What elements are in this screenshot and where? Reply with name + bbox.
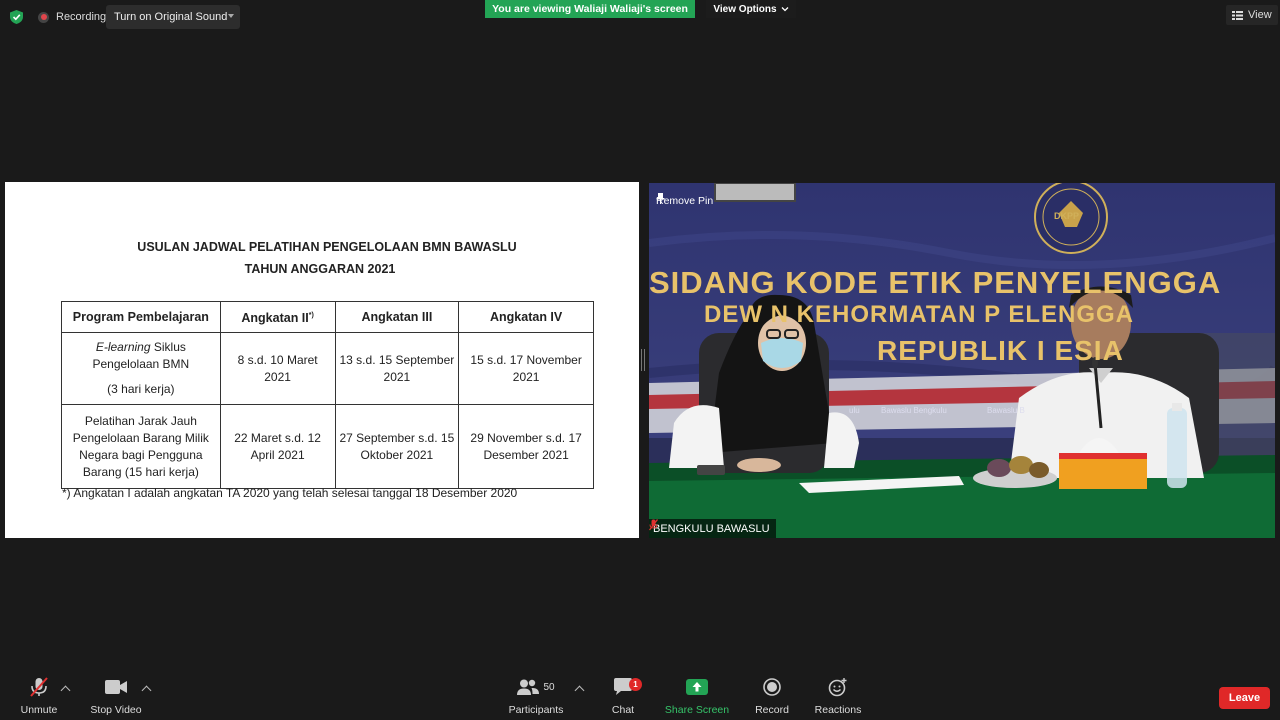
- share-screen-label: Share Screen: [664, 704, 730, 716]
- chat-button[interactable]: 1 Chat: [603, 672, 643, 720]
- participants-icon: [517, 679, 540, 695]
- leave-button[interactable]: Leave: [1219, 687, 1270, 709]
- muted-mic-icon: [649, 519, 658, 531]
- table-header-row: Program Pembelajaran Angkatan II*) Angka…: [61, 301, 594, 333]
- table-cell: 13 s.d. 15 September 2021: [334, 332, 460, 405]
- banner-text-line1: SIDANG KODE ETIK PENYELENGGA: [649, 265, 1222, 300]
- shared-screen: USULAN JADWAL PELATIHAN PENGELOLAAN BMN …: [5, 182, 639, 538]
- view-options-label: View Options: [713, 3, 777, 15]
- participants-options-caret-icon[interactable]: [574, 685, 585, 696]
- participant-name-label: BENGKULU BAWASLU: [649, 519, 776, 538]
- recording-indicator[interactable]: Recording: [38, 8, 106, 26]
- slide-title: USULAN JADWAL PELATIHAN PENGELOLAAN BMN …: [137, 240, 517, 254]
- table-header: Program Pembelajaran: [61, 301, 221, 333]
- table-header: Angkatan IV: [458, 301, 594, 333]
- participant-video-tile[interactable]: SIDANG KODE ETIK PENYELENGGA DEW N KEHOR…: [649, 183, 1275, 538]
- record-label: Record: [755, 704, 789, 716]
- logo-text: DKPP: [1054, 211, 1080, 221]
- record-icon: [763, 672, 781, 702]
- chat-unread-badge: 1: [629, 678, 642, 691]
- banner-small-text: Bawaslu B: [987, 406, 1025, 415]
- table-cell: 15 s.d. 17 November 2021: [458, 332, 594, 405]
- reactions-button[interactable]: Reactions: [814, 672, 862, 720]
- recording-icon: [38, 11, 49, 23]
- table-cell: 29 November s.d. 17 Desember 2021: [458, 404, 594, 489]
- participants-icon-group: 50: [517, 672, 555, 702]
- stop-video-button[interactable]: Stop Video: [88, 672, 144, 720]
- unmute-button[interactable]: Unmute: [18, 672, 60, 720]
- table-header: Angkatan II*): [219, 301, 336, 333]
- recording-label: Recording: [56, 11, 107, 23]
- table-header: Angkatan III: [334, 301, 460, 333]
- original-sound-label: Turn on Original Sound: [114, 11, 228, 23]
- view-label: View: [1248, 9, 1272, 21]
- share-screen-icon: [686, 672, 708, 702]
- table-cell: 8 s.d. 10 Maret 2021: [219, 332, 336, 405]
- share-screen-button[interactable]: Share Screen: [664, 672, 730, 720]
- table-cell-program: Pelatihan Jarak Jauh Pengelolaan Barang …: [61, 404, 221, 489]
- viewing-screen-banner: You are viewing Waliaji Waliaji's screen: [485, 0, 695, 18]
- table-cell: 22 Maret s.d. 12 April 2021: [219, 404, 336, 489]
- banner-text-line3: REPUBLIK I ESIA: [877, 335, 1124, 366]
- table-cell-program: E-learning Siklus Pengelolaan BMN (3 har…: [61, 332, 221, 405]
- record-button[interactable]: Record: [752, 672, 792, 720]
- chevron-down-icon: [228, 14, 234, 18]
- grid-view-icon: [1232, 10, 1243, 20]
- split-resize-handle[interactable]: [641, 349, 645, 371]
- schedule-table: Program Pembelajaran Angkatan II*) Angka…: [61, 301, 594, 489]
- chevron-down-icon: [781, 7, 789, 12]
- table-footnote: *) Angkatan I adalah angkatan TA 2020 ya…: [62, 486, 518, 500]
- participant-name: BENGKULU BAWASLU: [653, 522, 770, 535]
- table-cell: 27 September s.d. 15 Oktober 2021: [334, 404, 460, 489]
- pin-icon: [656, 193, 665, 204]
- security-shield-icon[interactable]: [10, 10, 23, 24]
- remove-pin-button[interactable]: Remove Pin: [656, 193, 713, 209]
- banner-text-line2: DEW N KEHORMATAN P ELENGGA: [704, 301, 1135, 328]
- meeting-toolbar: Unmute Stop Video 50 Participants 1 Chat…: [0, 672, 1280, 720]
- banner-small-text: ulu: [849, 406, 860, 415]
- top-bar: Recording Turn on Original Sound You are…: [0, 0, 1280, 34]
- reactions-label: Reactions: [814, 704, 862, 716]
- participants-count: 50: [543, 681, 555, 693]
- chat-label: Chat: [611, 704, 635, 716]
- view-button[interactable]: View: [1226, 5, 1278, 25]
- slide-subtitle: TAHUN ANGGARAN 2021: [244, 262, 396, 276]
- audio-options-caret-icon[interactable]: [60, 685, 71, 696]
- stop-video-label: Stop Video: [90, 704, 142, 716]
- table-row: Pelatihan Jarak Jauh Pengelolaan Barang …: [61, 404, 594, 489]
- participants-button[interactable]: 50 Participants: [506, 672, 566, 720]
- view-options-button[interactable]: View Options: [706, 0, 796, 18]
- banner-small-text: Bawaslu Bengkulu: [881, 406, 947, 415]
- original-sound-dropdown[interactable]: Turn on Original Sound: [106, 5, 240, 29]
- video-camera-icon: [105, 672, 127, 702]
- participants-label: Participants: [508, 704, 564, 716]
- unmute-label: Unmute: [20, 704, 58, 716]
- reactions-smiley-icon: [828, 672, 848, 702]
- muted-microphone-icon: [28, 672, 50, 702]
- table-row: E-learning Siklus Pengelolaan BMN (3 har…: [61, 332, 594, 405]
